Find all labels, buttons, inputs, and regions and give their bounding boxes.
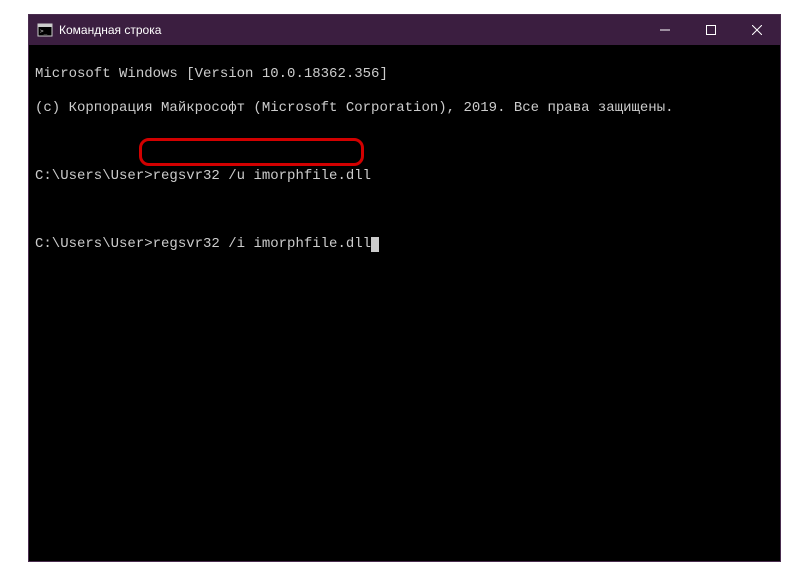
close-button[interactable] <box>734 15 780 45</box>
command-text: regsvr32 /u imorphfile.dll <box>153 168 371 184</box>
blank-line <box>35 134 774 151</box>
prompt: C:\Users\User> <box>35 168 153 184</box>
command-line-1: C:\Users\User>regsvr32 /u imorphfile.dll <box>35 168 774 185</box>
cmd-icon: >_ <box>37 22 53 38</box>
cursor <box>371 237 379 252</box>
prompt: C:\Users\User> <box>35 236 153 252</box>
version-line: Microsoft Windows [Version 10.0.18362.35… <box>35 66 774 83</box>
copyright-line: (c) Корпорация Майкрософт (Microsoft Cor… <box>35 100 774 117</box>
command-prompt-window: >_ Командная строка Microsoft Windows [V… <box>28 14 781 562</box>
command-text: regsvr32 /i imorphfile.dll <box>153 236 371 252</box>
command-line-2: C:\Users\User>regsvr32 /i imorphfile.dll <box>35 236 774 253</box>
blank-line <box>35 202 774 219</box>
terminal-output[interactable]: Microsoft Windows [Version 10.0.18362.35… <box>29 45 780 291</box>
svg-text:>_: >_ <box>40 28 48 35</box>
window-controls <box>642 15 780 45</box>
minimize-button[interactable] <box>642 15 688 45</box>
titlebar[interactable]: >_ Командная строка <box>29 15 780 45</box>
maximize-button[interactable] <box>688 15 734 45</box>
window-title: Командная строка <box>59 23 642 37</box>
